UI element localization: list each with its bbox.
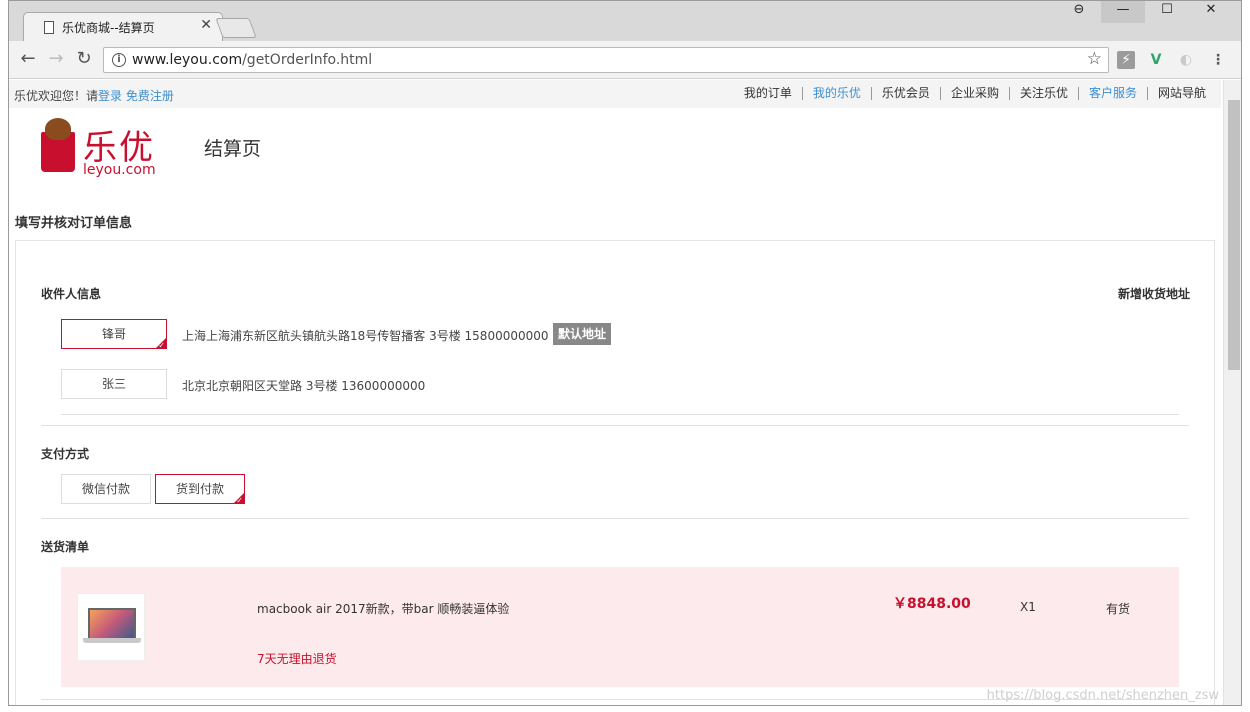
close-tab-icon[interactable]: ✕ — [200, 17, 212, 33]
delivery-item-row: macbook air 2017新款，带bar 顺畅装逼体验 7天无理由退货 ￥… — [61, 567, 1179, 687]
receiver-title: 收件人信息 — [41, 287, 102, 301]
extension-bolt-icon[interactable]: ⚡ — [1117, 51, 1135, 69]
maximize-button[interactable]: ☐ — [1145, 1, 1189, 23]
url-text[interactable]: www.leyou.com/getOrderInfo.html — [132, 52, 372, 68]
browser-menu-icon[interactable]: ⋮ — [1209, 51, 1227, 69]
minimize-button[interactable]: — — [1101, 1, 1145, 23]
product-quantity: X1 — [1020, 600, 1036, 614]
top-link-my-leyou[interactable]: 我的乐优 — [801, 87, 871, 100]
payment-option-wechat[interactable]: 微信付款 — [61, 474, 151, 504]
address-name: 锋哥 — [101, 327, 126, 341]
top-link-site-nav[interactable]: 网站导航 — [1146, 87, 1216, 100]
close-window-button[interactable]: ✕ — [1189, 1, 1233, 23]
payment-label: 货到付款 — [175, 482, 224, 496]
forward-button[interactable]: → — [45, 49, 67, 69]
check-icon: ✓ — [236, 496, 243, 505]
default-address-badge: 默认地址 — [553, 323, 612, 345]
address-bar[interactable]: i www.leyou.com/getOrderInfo.html ☆ — [103, 47, 1109, 73]
divider — [61, 414, 1179, 415]
new-tab-button[interactable] — [215, 18, 257, 38]
top-link-enterprise[interactable]: 企业采购 — [939, 87, 1009, 100]
address-name-chip[interactable]: 张三 — [61, 369, 167, 399]
top-link-customer-service[interactable]: 客户服务 — [1077, 87, 1147, 100]
document-icon — [44, 21, 54, 34]
address-detail: 北京北京朝阳区天堂路 3号楼 13600000000 — [182, 379, 426, 393]
top-link-my-orders[interactable]: 我的订单 — [734, 87, 802, 100]
logo-mascot-icon — [45, 118, 71, 140]
laptop-base-icon — [83, 638, 141, 643]
divider — [41, 425, 1189, 426]
browser-window: 乐优商城--结算页 ✕ ⊖ — ☐ ✕ ← → ↻ i www.leyou.co… — [8, 0, 1242, 706]
register-link[interactable]: 免费注册 — [126, 89, 174, 103]
top-link-membership[interactable]: 乐优会员 — [870, 87, 940, 100]
delivery-title: 送货清单 — [41, 540, 90, 554]
logo-text-en: leyou.com — [83, 162, 156, 178]
welcome-prefix: 乐优欢迎您！请 — [14, 89, 99, 103]
extension-moon-icon[interactable]: ◐ — [1177, 51, 1195, 69]
watermark: https://blog.csdn.net/shenzhen_zsw — [986, 688, 1219, 703]
page-scrollbar[interactable] — [1223, 80, 1241, 705]
vue-devtools-icon[interactable]: V — [1147, 51, 1165, 69]
payment-label: 微信付款 — [81, 482, 130, 496]
url-host: www.leyou.com — [132, 52, 243, 68]
check-icon: ✓ — [158, 341, 165, 350]
tab-title: 乐优商城--结算页 — [62, 21, 155, 35]
section-title: 填写并核对订单信息 — [15, 216, 133, 231]
top-nav-links: 我的订单 我的乐优 乐优会员 企业采购 关注乐优 客户服务 网站导航 — [734, 87, 1216, 100]
laptop-icon — [88, 608, 136, 638]
address-detail: 上海上海浦东新区航头镇航头路18号传智播客 3号楼 15800000000 — [182, 329, 549, 343]
scrollbar-thumb[interactable] — [1228, 100, 1240, 370]
order-info-panel: 收件人信息 新增收货地址 锋哥 ✓ 上海上海浦东新区航头镇航头路18号传智播客 … — [15, 240, 1215, 705]
product-thumbnail[interactable] — [77, 593, 145, 661]
address-name-chip-selected[interactable]: 锋哥 ✓ — [61, 319, 167, 350]
browser-toolbar: ← → ↻ i www.leyou.com/getOrderInfo.html … — [9, 41, 1241, 79]
reload-button[interactable]: ↻ — [73, 49, 95, 69]
top-link-follow[interactable]: 关注乐优 — [1008, 87, 1078, 100]
back-button[interactable]: ← — [17, 49, 39, 69]
welcome-message: 乐优欢迎您！请登录 免费注册 — [14, 87, 174, 104]
divider — [41, 518, 1189, 519]
page-viewport: 乐优欢迎您！请登录 免费注册 我的订单 我的乐优 乐优会员 企业采购 关注乐优 … — [9, 80, 1241, 705]
return-policy: 7天无理由退货 — [257, 652, 337, 666]
info-icon[interactable]: i — [112, 53, 126, 67]
page-title: 结算页 — [204, 138, 262, 160]
address-name: 张三 — [101, 377, 126, 391]
add-address-link[interactable]: 新增收货地址 — [1118, 285, 1190, 302]
browser-tab[interactable]: 乐优商城--结算页 ✕ — [23, 12, 223, 41]
stock-status: 有货 — [1106, 602, 1131, 616]
product-price: ￥8848.00 — [893, 596, 971, 612]
payment-option-cod-selected[interactable]: 货到付款 ✓ — [155, 474, 245, 505]
account-icon[interactable]: ⊖ — [1057, 1, 1101, 23]
site-topbar: 乐优欢迎您！请登录 免费注册 我的订单 我的乐优 乐优会员 企业采购 关注乐优 … — [9, 80, 1221, 108]
product-name[interactable]: macbook air 2017新款，带bar 顺畅装逼体验 — [257, 600, 509, 617]
site-logo[interactable]: 乐优 leyou.com — [39, 118, 179, 183]
tab-strip: 乐优商城--结算页 ✕ ⊖ — ☐ ✕ — [9, 1, 1241, 41]
bookmark-star-icon[interactable]: ☆ — [1087, 49, 1102, 69]
url-path: /getOrderInfo.html — [242, 52, 373, 68]
login-link[interactable]: 登录 — [98, 89, 122, 103]
payment-title: 支付方式 — [41, 447, 90, 461]
